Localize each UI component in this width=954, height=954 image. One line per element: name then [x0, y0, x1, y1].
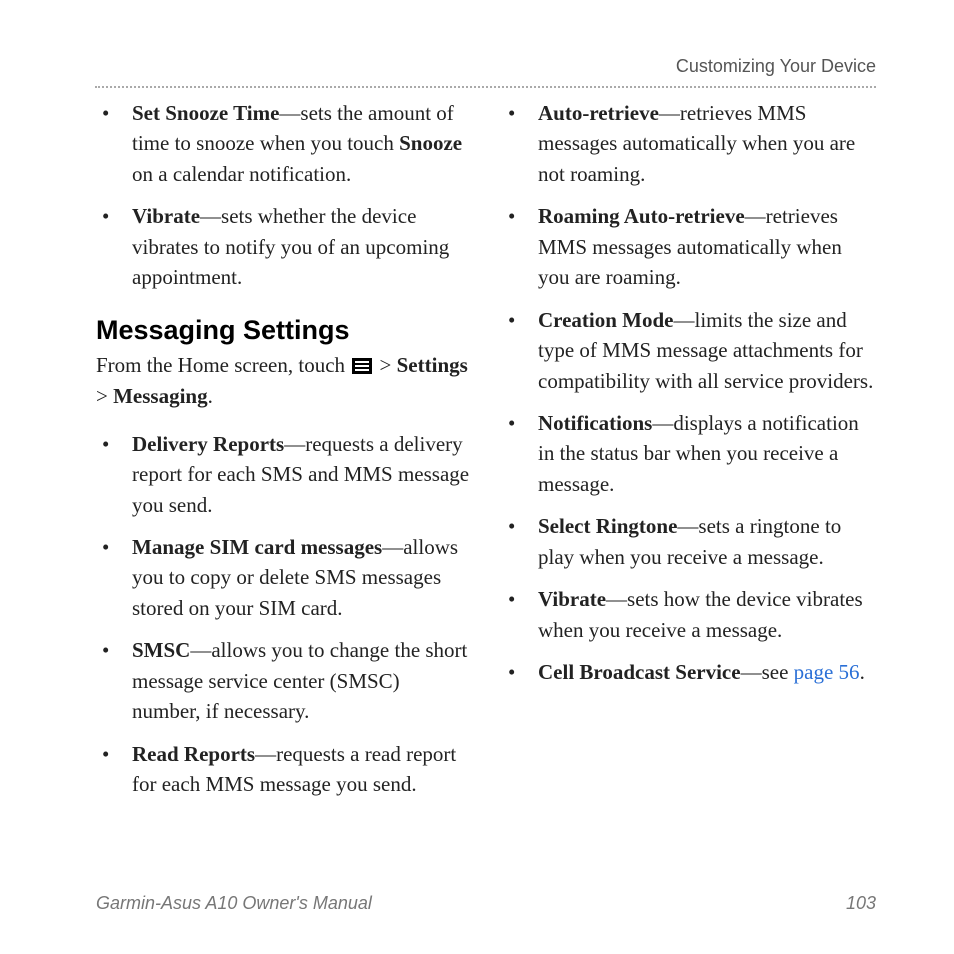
term: Manage SIM card messages [132, 535, 382, 559]
list-item: Delivery Reports—requests a delivery rep… [96, 429, 470, 520]
messaging-list: Delivery Reports—requests a delivery rep… [96, 429, 470, 800]
inner-term: Snooze [399, 131, 462, 155]
intro-gt1: > [374, 353, 396, 377]
header-divider [95, 86, 876, 88]
menu-icon [352, 352, 372, 368]
term: Delivery Reports [132, 432, 284, 456]
intro-gt2: > [96, 384, 113, 408]
intro-text: From the Home screen, touch [96, 353, 350, 377]
page: Customizing Your Device Set Snooze Time—… [0, 0, 954, 954]
footer-title: Garmin-Asus A10 Owner's Manual [96, 893, 372, 914]
term: Auto-retrieve [538, 101, 659, 125]
term: Creation Mode [538, 308, 674, 332]
period: . [860, 660, 865, 684]
list-item: Manage SIM card messages—allows you to c… [96, 532, 470, 623]
left-column: Set Snooze Time—sets the amount of time … [96, 98, 470, 811]
term: Roaming Auto-retrieve [538, 204, 745, 228]
messaging-list-right: Auto-retrieve—retrieves MMS messages aut… [502, 98, 876, 687]
heading-messaging-settings: Messaging Settings [96, 315, 470, 346]
intro-path: From the Home screen, touch > Settings >… [96, 350, 470, 413]
list-item: Notifications—displays a notification in… [502, 408, 876, 499]
term: Vibrate [538, 587, 606, 611]
term: Vibrate [132, 204, 200, 228]
term: SMSC [132, 638, 190, 662]
list-item: Select Ringtone—sets a ringtone to play … [502, 511, 876, 572]
list-item: SMSC—allows you to change the short mess… [96, 635, 470, 726]
intro-period: . [208, 384, 213, 408]
section-header: Customizing Your Device [676, 56, 876, 77]
term: Read Reports [132, 742, 255, 766]
list-item: Read Reports—requests a read report for … [96, 739, 470, 800]
dash: —see [741, 660, 794, 684]
content-columns: Set Snooze Time—sets the amount of time … [60, 98, 894, 811]
desc-tail: on a calendar notification. [132, 162, 351, 186]
list-item: Set Snooze Time—sets the amount of time … [96, 98, 470, 189]
right-column: Auto-retrieve—retrieves MMS messages aut… [502, 98, 876, 811]
term: Cell Broadcast Service [538, 660, 741, 684]
term: Notifications [538, 411, 652, 435]
page-number: 103 [846, 893, 876, 914]
term: Set Snooze Time [132, 101, 279, 125]
list-item: Vibrate—sets how the device vibrates whe… [502, 584, 876, 645]
term: Select Ringtone [538, 514, 677, 538]
page-link[interactable]: page 56 [794, 660, 860, 684]
list-item: Cell Broadcast Service—see page 56. [502, 657, 876, 687]
intro-settings: Settings [397, 353, 468, 377]
top-list: Set Snooze Time—sets the amount of time … [96, 98, 470, 293]
footer: Garmin-Asus A10 Owner's Manual 103 [96, 893, 876, 914]
list-item: Roaming Auto-retrieve—retrieves MMS mess… [502, 201, 876, 292]
list-item: Vibrate—sets whether the device vibrates… [96, 201, 470, 292]
intro-messaging: Messaging [113, 384, 208, 408]
list-item: Creation Mode—limits the size and type o… [502, 305, 876, 396]
list-item: Auto-retrieve—retrieves MMS messages aut… [502, 98, 876, 189]
